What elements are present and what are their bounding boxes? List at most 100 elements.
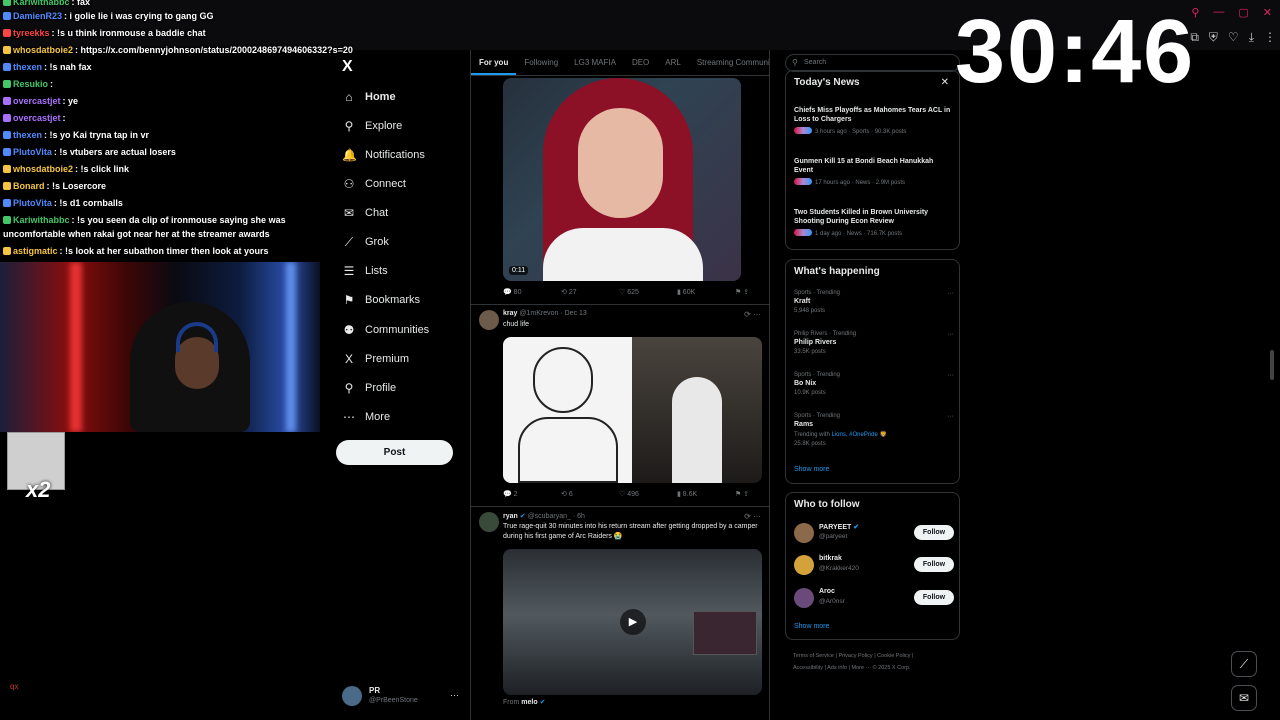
bookmark-icon[interactable]: ⚑ ⇪ bbox=[735, 490, 749, 502]
close-window-icon[interactable]: ✕ bbox=[1263, 6, 1272, 19]
nav-item-premium[interactable]: X Premium bbox=[342, 350, 409, 368]
chat-username[interactable]: Kariwithabbc bbox=[13, 0, 70, 7]
chat-username[interactable]: thexen bbox=[13, 62, 42, 72]
tweet-handle[interactable]: @scubaryan_ bbox=[528, 513, 571, 520]
sketch-image[interactable] bbox=[503, 337, 632, 483]
tab-deo[interactable]: DEO bbox=[624, 50, 657, 75]
nav-item-profile[interactable]: ⚲ Profile bbox=[342, 379, 397, 397]
nav-item-lists[interactable]: ☰ Lists bbox=[342, 262, 388, 280]
chat-username[interactable]: whosdatboie2 bbox=[13, 45, 73, 55]
nav-item-notifications[interactable]: 🔔 Notifications bbox=[342, 146, 425, 164]
from-user[interactable]: melo bbox=[521, 699, 537, 706]
trend-item[interactable]: Philip Rivers · Trending Philip Rivers 33.… bbox=[794, 331, 954, 355]
follow-button[interactable]: Follow bbox=[914, 557, 954, 572]
like-button[interactable]: ♡ 496 bbox=[619, 490, 677, 502]
chat-username[interactable]: tyreekks bbox=[13, 28, 50, 38]
footer-line[interactable]: Accessibility | Ads info | More ··· © 20… bbox=[793, 662, 953, 674]
tab-following[interactable]: Following bbox=[516, 50, 566, 75]
trend-item[interactable]: Sports · Trending Bo Nix 10.9K posts ··· bbox=[794, 372, 954, 396]
more-dots-icon[interactable]: ⟳ ··· bbox=[744, 310, 761, 319]
more-dots-icon[interactable]: ··· bbox=[947, 413, 954, 420]
chat-username[interactable]: overcastjet bbox=[13, 113, 61, 123]
like-button[interactable]: ♡ 625 bbox=[619, 288, 677, 300]
more-dots-icon[interactable]: ··· bbox=[947, 372, 954, 379]
follow-suggestion[interactable]: PARYEET ✔ @paryeet Follow bbox=[794, 522, 954, 544]
follow-button[interactable]: Follow bbox=[914, 525, 954, 540]
show-more-link[interactable]: Show more bbox=[794, 623, 829, 630]
nav-item-home[interactable]: ⌂ Home bbox=[342, 88, 395, 106]
messages-float-button[interactable]: ✉ bbox=[1231, 685, 1257, 711]
more-dots-icon[interactable]: ··· bbox=[947, 331, 954, 338]
account-switcher[interactable]: PR @PrBeenStone ··· bbox=[342, 684, 462, 708]
x-logo[interactable]: X bbox=[342, 58, 353, 76]
nav-item-explore[interactable]: ⚲ Explore bbox=[342, 117, 403, 135]
avatar[interactable] bbox=[479, 310, 499, 330]
menu-icon[interactable]: ⋮ bbox=[1264, 30, 1276, 45]
tweet-author[interactable]: kray bbox=[503, 310, 517, 317]
tab-streaming-community[interactable]: Streaming Community bbox=[689, 50, 769, 75]
play-icon[interactable]: ▶ bbox=[620, 609, 646, 635]
nav-item-bookmarks[interactable]: ⚑ Bookmarks bbox=[342, 291, 420, 309]
chat-username[interactable]: Resukio bbox=[13, 79, 48, 89]
more-dots-icon[interactable]: ··· bbox=[450, 690, 459, 700]
news-item[interactable]: Two Students Killed in Brown University … bbox=[794, 208, 954, 237]
news-item[interactable]: Gunmen Kill 15 at Bondi Beach Hanukkah E… bbox=[794, 157, 954, 186]
more-dots-icon[interactable]: ⟳ ··· bbox=[744, 512, 761, 521]
heart-icon[interactable]: ♡ bbox=[1228, 30, 1239, 45]
bookmark-icon[interactable]: ⚑ ⇪ bbox=[735, 288, 749, 300]
nav-item-communities[interactable]: ⚉ Communities bbox=[342, 321, 430, 339]
chat-username[interactable]: DamienR23 bbox=[13, 11, 62, 21]
chat-username[interactable]: whosdatboie2 bbox=[13, 164, 73, 174]
maximize-icon[interactable]: ▢ bbox=[1238, 6, 1248, 19]
tab-lg3-mafia[interactable]: LG3 MAFIA bbox=[566, 50, 624, 75]
close-icon[interactable]: ✕ bbox=[941, 77, 949, 88]
show-more-link[interactable]: Show more bbox=[794, 466, 829, 473]
footer-line[interactable]: Terms of Service | Privacy Policy | Cook… bbox=[793, 650, 953, 662]
scrollbar[interactable] bbox=[1270, 350, 1274, 380]
avatar[interactable] bbox=[794, 555, 814, 575]
reply-button[interactable]: 💬 80 bbox=[503, 288, 561, 300]
avatar[interactable] bbox=[794, 588, 814, 608]
nav-item-grok[interactable]: ⟋ Grok bbox=[342, 233, 389, 251]
follow-suggestion[interactable]: Aroc @Ar0nsr Follow bbox=[794, 587, 954, 609]
follow-suggestion[interactable]: bitkrak @Krakker420 Follow bbox=[794, 554, 954, 576]
tweet-date[interactable]: 6h bbox=[577, 513, 585, 520]
grok-float-button[interactable]: ⟋ bbox=[1231, 651, 1257, 677]
trend-item[interactable]: Sports · Trending Kraft 5,948 posts ··· bbox=[794, 290, 954, 314]
reply-button[interactable]: 💬 2 bbox=[503, 490, 561, 502]
news-item[interactable]: Chiefs Miss Playoffs as Mahomes Tears AC… bbox=[794, 106, 954, 135]
avatar[interactable] bbox=[794, 523, 814, 543]
chat-username[interactable]: astigmatic bbox=[13, 246, 58, 256]
chat-username[interactable]: Bonard bbox=[13, 181, 45, 191]
nav-item-connect[interactable]: ⚇ Connect bbox=[342, 175, 406, 193]
repost-button[interactable]: ⟲ 27 bbox=[561, 288, 619, 300]
minimize-icon[interactable]: — bbox=[1213, 6, 1224, 19]
nav-item-chat[interactable]: ✉ Chat bbox=[342, 204, 388, 222]
follow-button[interactable]: Follow bbox=[914, 590, 954, 605]
tweet-date[interactable]: Dec 13 bbox=[565, 310, 587, 317]
chat-username[interactable]: PlutoVita bbox=[13, 147, 52, 157]
more-dots-icon[interactable]: ··· bbox=[947, 290, 954, 297]
tab-for-you[interactable]: For you bbox=[471, 50, 517, 75]
tab-arl[interactable]: ARL bbox=[657, 50, 689, 75]
trend-item[interactable]: Sports · Trending Rams Trending with Lions… bbox=[794, 413, 954, 447]
nav-item-more[interactable]: ⋯ More bbox=[342, 408, 390, 426]
views-button[interactable]: ▮ 60K bbox=[677, 288, 735, 300]
image-media[interactable] bbox=[503, 337, 762, 483]
chat-username[interactable]: PlutoVita bbox=[13, 198, 52, 208]
video-media[interactable]: ▶ bbox=[503, 549, 762, 695]
chat-username[interactable]: Kariwithabbc bbox=[13, 215, 70, 225]
chat-username[interactable]: overcastjet bbox=[13, 96, 61, 106]
tweet-handle[interactable]: @1mKrevon bbox=[519, 310, 558, 317]
chat-username[interactable]: thexen bbox=[13, 130, 42, 140]
download-icon[interactable]: ⤓ bbox=[1249, 30, 1254, 45]
views-button[interactable]: ▮ 8.6K bbox=[677, 490, 735, 502]
trend-link[interactable]: Lions, #OnePride 🦁 bbox=[831, 432, 887, 438]
tweet-author[interactable]: ryan bbox=[503, 513, 518, 520]
photo-image[interactable] bbox=[632, 337, 762, 483]
repost-button[interactable]: ⟲ 6 bbox=[561, 490, 619, 502]
avatar[interactable] bbox=[479, 512, 499, 532]
shield-icon[interactable]: ⛨ bbox=[1209, 30, 1218, 45]
post-button[interactable]: Post bbox=[336, 440, 453, 465]
video-media[interactable]: 0:11 bbox=[503, 78, 741, 281]
